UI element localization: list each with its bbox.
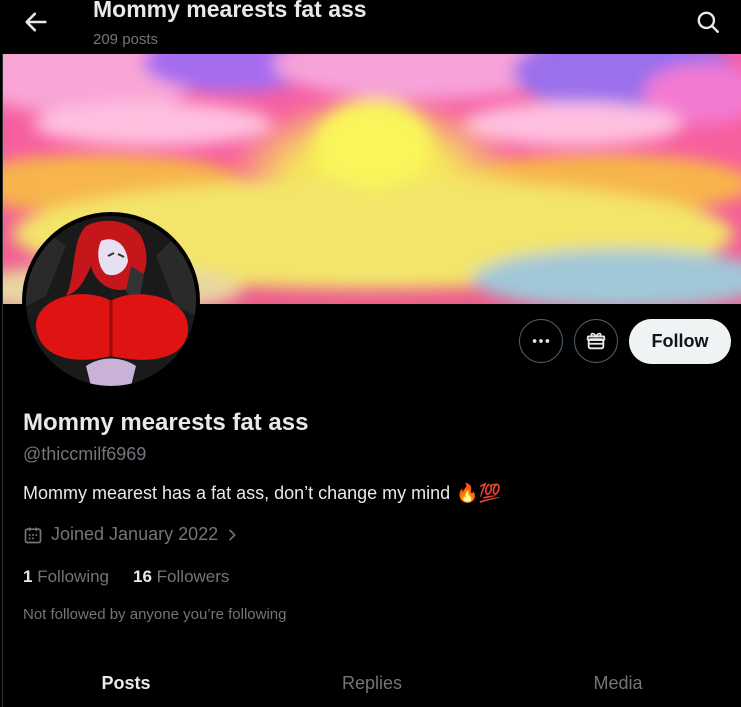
header-title: Mommy mearests fat ass [93,0,367,22]
chevron-right-icon [229,529,236,540]
followers-label: Followers [156,567,230,586]
more-options-button[interactable] [519,319,563,363]
followers-count: 16 [133,567,152,586]
user-handle: @thiccmilf6969 [23,444,147,464]
top-bar: Mommy mearests fat ass 209 posts [0,0,741,54]
followers-link[interactable]: 16 Followers [133,567,229,587]
following-count: 1 [23,567,33,586]
tab-posts[interactable]: Posts [3,660,249,707]
calendar-icon [24,527,42,543]
tab-replies[interactable]: Replies [249,660,495,707]
more-dots-icon [532,339,550,343]
tab-media[interactable]: Media [495,660,741,707]
gift-icon [586,332,606,350]
following-link[interactable]: 1 Following [23,567,109,587]
profile-tabs: Posts Replies Media [3,660,741,707]
follow-button[interactable]: Follow [629,319,731,364]
following-label: Following [37,567,110,586]
arrow-left-icon[interactable] [22,8,50,36]
display-name: Mommy mearests fat ass [23,409,309,436]
subscribe-gift-button[interactable] [574,319,618,363]
bio-emoji: 🔥💯 [456,483,502,503]
search-icon[interactable] [695,9,721,35]
joined-text: Joined January 2022 [51,524,219,544]
bio: Mommy mearest has a fat ass, don’t chang… [23,483,501,504]
avatar-image [26,216,196,386]
bio-text: Mommy mearest has a fat ass, don’t chang… [23,483,451,503]
joined-date-link[interactable]: Joined January 2022 [23,524,248,545]
not-followed-note: Not followed by anyone you’re following [23,606,287,623]
post-count: 209 posts [93,31,159,48]
follow-stats: 1 Following 16 Followers [23,567,229,587]
avatar[interactable] [22,212,200,390]
